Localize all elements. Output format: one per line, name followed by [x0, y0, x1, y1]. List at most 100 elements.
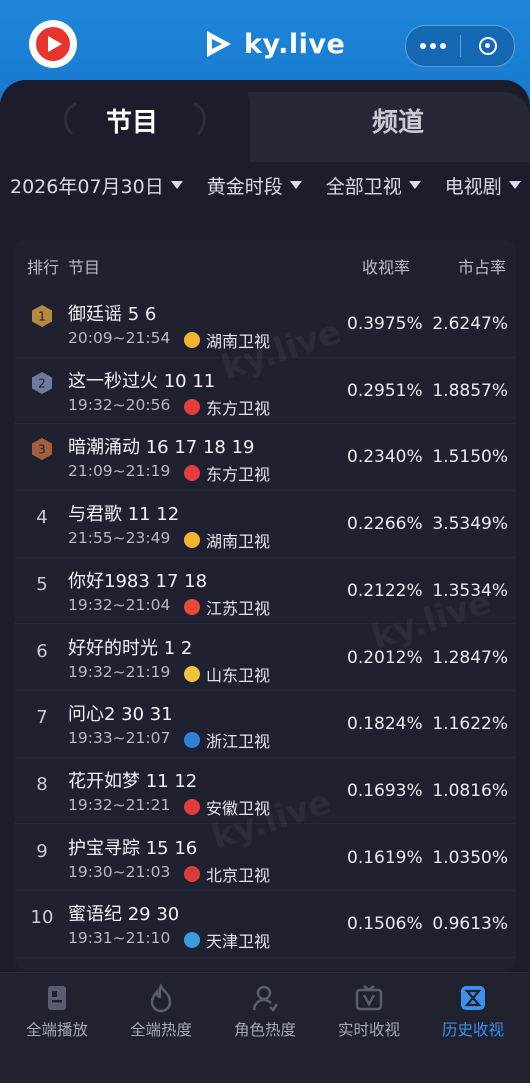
program-title: 护宝寻踪 15 16 — [68, 837, 198, 859]
air-time: 19:32~20:56 — [68, 395, 171, 414]
channel-logo-icon — [184, 465, 200, 482]
air-time: 19:32~21:21 — [68, 795, 171, 814]
rating-value: 0.2340% — [347, 447, 423, 468]
rating-value: 0.1506% — [347, 914, 423, 935]
program-title: 御廷谣 5 6 — [68, 304, 157, 325]
genre-filter[interactable]: 电视剧 — [445, 172, 521, 199]
nav-history[interactable]: 历史收视 — [420, 973, 526, 1053]
laurel-left-icon — [64, 102, 77, 136]
close-target-icon[interactable] — [461, 37, 514, 55]
program-title: 好好的时光 1 2 — [68, 637, 193, 659]
nav-role-heat[interactable]: 角色热度 — [212, 973, 318, 1053]
phone-play-icon — [48, 986, 66, 1010]
filter-bar: 2026年07月30日 黄金时段 全部卫视 电视剧 全国 — [10, 168, 530, 202]
share-value: 1.0350% — [432, 847, 508, 868]
share-value: 3.5349% — [432, 514, 508, 535]
channel: 江苏卫视 — [184, 595, 270, 619]
channel-logo-icon — [184, 798, 200, 815]
air-time: 19:33~21:07 — [68, 729, 171, 748]
home-indicator-area — [0, 1059, 530, 1083]
mini-program-capsule — [405, 25, 515, 67]
nav-realtime[interactable]: 实时收视 — [316, 973, 422, 1053]
silver-medal-icon: 2 — [32, 371, 52, 394]
app-logo-icon[interactable] — [29, 20, 77, 68]
flame-icon — [150, 983, 172, 1013]
channel: 北京卫视 — [184, 862, 270, 886]
share-value: 2.6247% — [432, 314, 508, 334]
rating-value: 0.3975% — [347, 314, 423, 334]
header-share: 市占率 — [458, 258, 507, 277]
channel-name: 天津卫视 — [206, 932, 271, 952]
air-time: 21:09~21:19 — [68, 462, 171, 481]
channel-logo-icon — [184, 532, 200, 549]
caret-down-icon — [289, 181, 302, 189]
gold-medal-icon: 1 — [32, 305, 52, 327]
channel-logo-icon — [184, 598, 200, 615]
table-row[interactable]: 7 问心2 30 31 19:33~21:07 浙江卫视 0.1824% 1.1622% — [14, 690, 516, 758]
caret-down-icon — [508, 181, 521, 189]
tab-channel-label[interactable]: 频道 — [372, 102, 424, 139]
program-title: 与君歌 11 12 — [68, 504, 180, 526]
tv-icon — [355, 985, 383, 1011]
program-title: 这一秒过火 10 11 — [68, 370, 216, 392]
table-row[interactable]: 4 与君歌 11 12 21:55~23:49 湖南卫视 0.2266% 3.5349% — [14, 490, 516, 558]
rank-number: 9 — [36, 840, 48, 862]
channel-name: 东方卫视 — [206, 465, 271, 485]
brand-name: ky.live — [244, 28, 346, 60]
rank-number: 3 — [38, 443, 46, 457]
channel-logo-icon — [184, 732, 200, 749]
rank-number: 2 — [38, 376, 46, 390]
channel-name: 东方卫视 — [206, 398, 271, 418]
hourglass-icon — [461, 986, 485, 1010]
rank-number: 5 — [36, 573, 48, 595]
rating-value: 0.2122% — [347, 580, 423, 601]
rank-number: 6 — [36, 640, 48, 662]
bottom-nav: 全端播放 全端热度 角色热度 实时收视 历史收视 — [0, 972, 530, 1083]
rank-number: 4 — [36, 507, 48, 529]
channel-logo-icon — [184, 932, 200, 949]
channel-filter[interactable]: 全部卫视 — [326, 172, 421, 199]
rating-value: 0.1619% — [347, 847, 423, 868]
air-time: 19:32~21:19 — [68, 662, 171, 681]
nav-full-play[interactable]: 全端播放 — [4, 973, 110, 1053]
date-filter[interactable]: 2026年07月30日 — [10, 172, 183, 199]
tab-program-label[interactable]: 节目 — [106, 102, 158, 139]
more-icon[interactable] — [406, 43, 460, 49]
program-title: 蜜语纪 29 30 — [68, 904, 180, 926]
share-value: 1.0816% — [432, 780, 508, 801]
program-title: 暗潮涌动 16 17 18 19 — [68, 437, 255, 459]
rank-number: 8 — [36, 773, 48, 795]
channel-name: 浙江卫视 — [206, 732, 271, 752]
program-title: 花开如梦 11 12 — [68, 770, 198, 792]
air-time: 19:32~21:04 — [68, 595, 171, 614]
channel: 东方卫视 — [184, 461, 270, 485]
bronze-medal-icon: 3 — [32, 438, 52, 461]
header-program: 节目 — [68, 258, 101, 277]
program-title: 问心2 30 31 — [68, 704, 173, 726]
caret-down-icon — [170, 181, 183, 189]
share-value: 1.8857% — [432, 380, 508, 401]
rating-value: 0.1824% — [347, 714, 423, 735]
channel-name: 江苏卫视 — [206, 598, 271, 618]
person-icon — [252, 985, 279, 1012]
rank-number: 7 — [36, 707, 48, 729]
nav-full-heat[interactable]: 全端热度 — [108, 973, 214, 1053]
channel: 山东卫视 — [184, 662, 270, 686]
channel: 东方卫视 — [184, 395, 270, 419]
air-time: 19:30~21:03 — [68, 862, 171, 881]
timeslot-filter[interactable]: 黄金时段 — [207, 172, 302, 199]
air-time: 19:31~21:10 — [68, 929, 171, 948]
program-title: 你好1983 17 18 — [68, 570, 208, 592]
share-value: 1.1622% — [432, 714, 508, 735]
table-header: 排行 节目 收视率 市占率 — [0, 254, 530, 278]
channel-logo-icon — [184, 665, 200, 682]
share-value: 1.2847% — [432, 647, 508, 668]
rank-number: 1 — [38, 310, 46, 324]
table-row[interactable]: 3 暗潮涌动 16 17 18 19 21:09~21:19 东方卫视 0.2340% 1… — [14, 423, 516, 491]
channel-name: 湖南卫视 — [206, 532, 271, 552]
table-row[interactable]: 10 蜜语纪 29 30 19:31~21:10 天津卫视 0.1506% 0.9613% — [14, 890, 516, 958]
air-time: 21:55~23:49 — [68, 529, 171, 548]
caret-down-icon — [408, 181, 421, 189]
share-value: 0.9613% — [432, 914, 508, 935]
brand-logo-icon — [207, 31, 231, 57]
